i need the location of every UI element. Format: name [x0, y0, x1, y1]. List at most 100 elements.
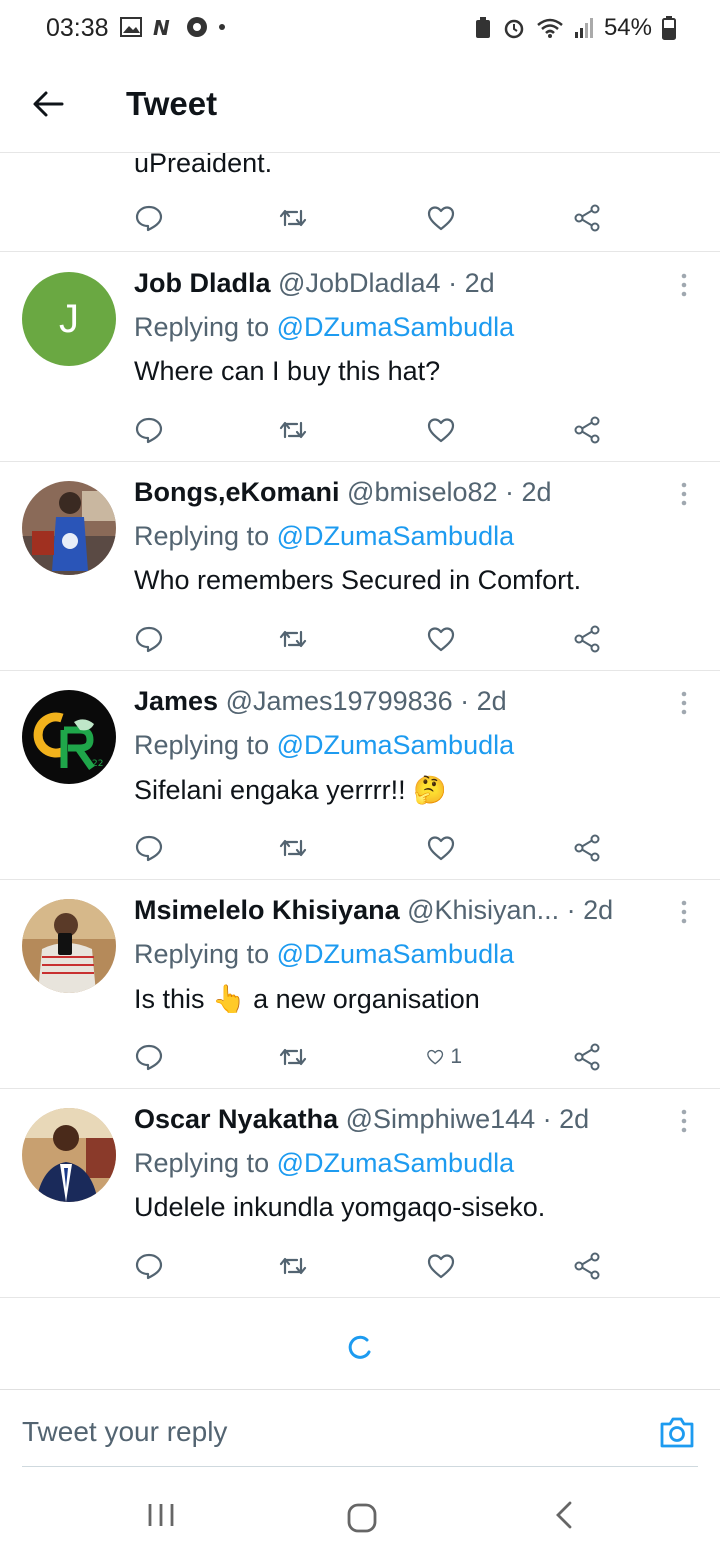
home-icon[interactable] [346, 1502, 378, 1534]
tweet-text: uPreaident. [134, 153, 273, 178]
partial-tweet[interactable]: uPreaident. [0, 153, 720, 252]
share-icon [574, 834, 600, 862]
tweet-time: · 2d [460, 686, 507, 716]
battery-percent: 54% [603, 14, 652, 41]
tweet-header: Job Dladla @JobDladla4 · 2d [134, 268, 669, 299]
replying-label: Replying to [134, 939, 270, 969]
mention-link[interactable]: @DZumaSambudla [277, 939, 515, 969]
like-button[interactable] [426, 1248, 462, 1284]
recent-apps-icon[interactable] [146, 1500, 176, 1530]
replying-to: Replying to @DZumaSambudla [134, 312, 514, 343]
share-button[interactable] [572, 621, 608, 657]
tweet-text: Who remembers Secured in Comfort. [134, 565, 582, 595]
tweet-actions [134, 621, 604, 657]
share-button[interactable] [572, 1039, 608, 1075]
share-button[interactable] [572, 1248, 608, 1284]
tweet-actions [134, 200, 604, 236]
reply-tweet[interactable]: J Job Dladla @JobDladla4 · 2d Replying t… [0, 252, 720, 462]
user-name[interactable]: James [134, 686, 218, 716]
avatar[interactable] [22, 899, 116, 993]
mention-link[interactable]: @DZumaSambudla [277, 521, 515, 551]
heart-icon [427, 1049, 444, 1065]
reply-composer: Tweet your reply [0, 1389, 720, 1470]
more-options-icon[interactable] [674, 1108, 694, 1134]
user-name[interactable]: Oscar Nyakatha [134, 1104, 338, 1134]
avatar[interactable] [22, 1108, 116, 1202]
system-icons: 54% [474, 14, 676, 42]
mention-link[interactable]: @DZumaSambudla [277, 312, 515, 342]
user-name[interactable]: Bongs,eKomani [134, 477, 340, 507]
user-name[interactable]: Msimelelo Khisiyana [134, 895, 400, 925]
reply-input[interactable]: Tweet your reply [22, 1416, 227, 1448]
reply-button[interactable] [134, 1039, 170, 1075]
reply-button[interactable] [134, 621, 170, 657]
wifi-icon [537, 18, 563, 38]
back-arrow-icon[interactable] [30, 86, 66, 122]
retweet-button[interactable] [278, 830, 314, 866]
retweet-button[interactable] [278, 200, 314, 236]
like-button[interactable] [426, 412, 462, 448]
share-icon [574, 416, 600, 444]
reply-button[interactable] [134, 200, 170, 236]
heart-icon [427, 206, 455, 231]
retweet-button[interactable] [278, 1248, 314, 1284]
gallery-icon [120, 17, 142, 37]
replying-to: Replying to @DZumaSambudla [134, 730, 514, 761]
retweet-icon [279, 839, 307, 857]
reply-button[interactable] [134, 412, 170, 448]
replying-to: Replying to @DZumaSambudla [134, 939, 514, 970]
avatar[interactable] [22, 481, 116, 575]
back-nav-icon[interactable] [550, 1500, 580, 1530]
replying-to: Replying to @DZumaSambudla [134, 521, 514, 552]
tweet-header: Msimelelo Khisiyana @Khisiyan... · 2d [134, 895, 669, 926]
reply-tweet[interactable]: Bongs,eKomani @bmiselo82 · 2d Replying t… [0, 461, 720, 671]
more-options-icon[interactable] [674, 690, 694, 716]
reply-button[interactable] [134, 830, 170, 866]
tweet-text: Sifelani engaka yerrrr!! 🤔 [134, 775, 447, 805]
user-name[interactable]: Job Dladla [134, 268, 271, 298]
like-button[interactable] [426, 830, 462, 866]
avatar[interactable]: J [22, 272, 116, 366]
replies-feed[interactable]: uPreaident. J Job Dladla @JobDladla4 · 2… [0, 153, 720, 1389]
like-button[interactable] [426, 200, 462, 236]
retweet-button[interactable] [278, 1039, 314, 1075]
n-app-icon: N [153, 17, 170, 37]
system-nav-bar [0, 1470, 720, 1560]
retweet-button[interactable] [278, 412, 314, 448]
avatar[interactable]: 22 [22, 690, 116, 784]
mention-link[interactable]: @DZumaSambudla [277, 730, 515, 760]
reply-tweet[interactable]: Msimelelo Khisiyana @Khisiyan... · 2d Re… [0, 879, 720, 1089]
avatar-logo: 22 [22, 690, 116, 784]
mention-link[interactable]: @DZumaSambudla [277, 1148, 515, 1178]
retweet-button[interactable] [278, 621, 314, 657]
reply-button[interactable] [134, 1248, 170, 1284]
spinner-icon [348, 1335, 371, 1359]
more-options-icon[interactable] [674, 272, 694, 298]
reply-tweet[interactable]: 22 James @James19799836 · 2d Replying to… [0, 670, 720, 880]
retweet-icon [279, 1048, 307, 1066]
comment-icon [135, 417, 163, 444]
user-handle: @JobDladla4 [278, 268, 441, 298]
camera-icon[interactable] [658, 1414, 696, 1450]
retweet-icon [279, 630, 307, 648]
svg-text:22: 22 [92, 759, 103, 769]
like-count: 1 [450, 1045, 462, 1068]
reply-tweet[interactable]: Oscar Nyakatha @Simphiwe144 · 2d Replyin… [0, 1088, 720, 1298]
tweet-text: Where can I buy this hat? [134, 356, 441, 386]
more-options-icon[interactable] [674, 899, 694, 925]
more-options-icon[interactable] [674, 481, 694, 507]
tweet-header: James @James19799836 · 2d [134, 686, 669, 717]
share-button[interactable] [572, 830, 608, 866]
share-icon [574, 1043, 600, 1071]
replying-to: Replying to @DZumaSambudla [134, 1148, 514, 1179]
user-handle: @Khisiyan... [407, 895, 560, 925]
share-button[interactable] [572, 200, 608, 236]
tweet-time: · 2d [448, 268, 495, 298]
like-button[interactable] [426, 621, 462, 657]
share-button[interactable] [572, 412, 608, 448]
tweet-actions [134, 830, 604, 866]
comment-icon [135, 835, 163, 862]
like-button[interactable]: 1 [426, 1039, 462, 1075]
retweet-icon [279, 1257, 307, 1275]
divider [22, 1466, 698, 1467]
